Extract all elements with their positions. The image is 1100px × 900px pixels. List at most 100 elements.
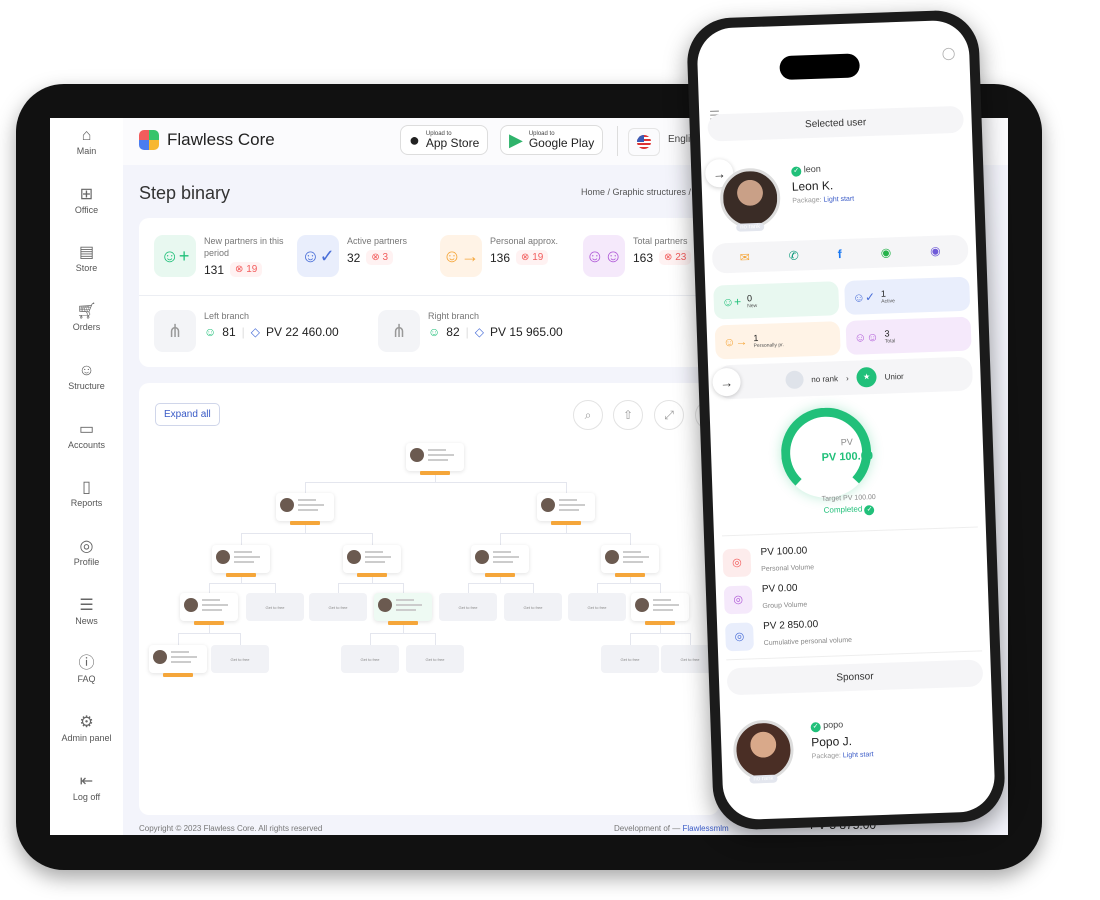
empty-slot[interactable]: Get to free	[601, 645, 659, 673]
avatar	[216, 550, 230, 564]
info-icon: ⓘ	[78, 655, 95, 673]
counter-icon: ☺+	[721, 294, 742, 310]
tree-node[interactable]	[471, 545, 529, 577]
node-badge	[645, 621, 675, 625]
tree-connector	[468, 583, 500, 584]
counter-label: Total	[884, 338, 896, 345]
sidebar-item-admin-panel[interactable]: ⚙ Admin panel	[50, 713, 123, 743]
home-icon: ⌂	[81, 127, 92, 144]
breadcrumb[interactable]: Home / Graphic structures / S	[581, 187, 700, 197]
sidebar-item-accounts[interactable]: ▭ Accounts	[50, 420, 123, 450]
tree-node[interactable]	[631, 593, 689, 625]
tree-connector	[338, 583, 339, 593]
tree-node[interactable]	[180, 593, 238, 625]
sidebar-item-structure[interactable]: ☺ Structure	[50, 361, 123, 391]
volume-value: PV 2 850.00	[762, 619, 819, 633]
copyright: Copyright © 2023 Flawless Core. All righ…	[139, 824, 323, 833]
verified-icon: ✓	[791, 166, 802, 177]
tree-connector	[690, 633, 691, 645]
divider	[617, 126, 618, 156]
sidebar-item-faq[interactable]: ⓘ FAQ	[50, 654, 123, 684]
tree-connector	[241, 533, 305, 534]
avatar	[635, 598, 649, 612]
stat-inactive-count: 23	[675, 252, 687, 263]
sidebar-item-label: Profile	[73, 556, 100, 567]
tree-connector	[209, 633, 240, 634]
avatar	[153, 650, 167, 664]
sidebar-item-main[interactable]: ⌂ Main	[50, 126, 123, 156]
avatar	[347, 550, 361, 564]
empty-slot[interactable]: Get to free	[211, 645, 269, 673]
stat-inactive-count: 3	[382, 252, 389, 263]
empty-slot[interactable]: Get to free	[246, 593, 304, 621]
stat-value: 136	[490, 250, 511, 265]
google-play-button[interactable]: ▶ Upload to Google Play	[500, 125, 604, 155]
package-value: Light start	[823, 195, 855, 204]
language-flag[interactable]	[628, 128, 660, 156]
stat-label: New partners in this period	[204, 236, 284, 258]
app-store-button[interactable]: ● Upload to App Store	[400, 125, 489, 155]
node-badge	[420, 471, 450, 475]
apple-icon: ●	[409, 129, 420, 150]
tree-card: Expand all ⌕ ⇧ ⤢ Get to free Get to free G…	[139, 383, 725, 815]
facebook-icon[interactable]: f	[838, 247, 842, 261]
tree-connector	[468, 583, 469, 593]
sidebar-item-store[interactable]: ▤ Store	[50, 243, 123, 273]
package-label: Package:	[811, 752, 842, 761]
sidebar-item-label: Accounts	[67, 439, 106, 450]
package-label: Package:	[792, 196, 822, 205]
tree-connector	[241, 583, 275, 584]
tree-node[interactable]	[406, 443, 464, 475]
fullscreen-button[interactable]: ⤢	[654, 400, 684, 430]
tree-connector	[435, 633, 436, 645]
sidebar-item-orders[interactable]: 🛒︎ Orders	[50, 302, 123, 332]
arrow-right-button[interactable]: →	[712, 367, 742, 397]
empty-slot[interactable]: Get to free	[439, 593, 497, 621]
counter-value: 1	[753, 333, 759, 344]
sidebar-item-profile[interactable]: ◎ Profile	[50, 537, 123, 567]
users-icon: ☺	[78, 361, 95, 379]
search-button[interactable]: ⌕	[573, 400, 603, 430]
tree-connector	[370, 633, 403, 634]
expand-all-button[interactable]: Expand all	[155, 403, 220, 426]
user-icon: ☺	[204, 325, 217, 339]
mail-icon[interactable]: ✉	[740, 250, 751, 264]
tree-node[interactable]	[343, 545, 401, 577]
developer-link[interactable]: Flawlessmlm	[682, 824, 728, 833]
logo[interactable]: Flawless Core	[139, 130, 275, 150]
tree-node[interactable]	[601, 545, 659, 577]
empty-slot[interactable]: Get to free	[568, 593, 626, 621]
sidebar-item-office[interactable]: ⊞ Office	[50, 185, 123, 215]
branch-label: Left branch	[204, 311, 250, 321]
user-icon[interactable]: ◯	[942, 46, 956, 60]
phone-icon[interactable]: ✆	[789, 249, 800, 263]
counter-active: ☺✓ 1 Active	[844, 276, 971, 315]
node-badge	[357, 573, 387, 577]
viber-icon[interactable]: ◉	[930, 244, 941, 258]
sidebar-item-reports[interactable]: ▯ Reports	[50, 478, 123, 508]
tree-node[interactable]	[537, 493, 595, 525]
stat-icon: ☺✓	[297, 235, 339, 277]
coins-icon: ◎	[725, 621, 754, 651]
tree-node[interactable]	[149, 645, 207, 677]
whatsapp-icon[interactable]: ◉	[880, 245, 891, 259]
empty-slot[interactable]: Get to free	[309, 593, 367, 621]
sidebar-item-news[interactable]: ☰ News	[50, 596, 123, 626]
tree-node[interactable]	[374, 593, 432, 625]
tree-connector	[305, 482, 306, 493]
empty-slot[interactable]: Get to free	[341, 645, 399, 673]
rank-from: no rank	[811, 373, 839, 384]
empty-slot[interactable]: Get to free	[406, 645, 464, 673]
branch-pv: PV 15 965.00	[489, 325, 563, 339]
node-badge	[226, 573, 256, 577]
sidebar-item-log-off[interactable]: ⇤ Log off	[50, 772, 123, 802]
tree-node[interactable]	[276, 493, 334, 525]
empty-slot[interactable]: Get to free	[504, 593, 562, 621]
avatar: no rank	[719, 167, 782, 232]
dev-prefix: Development of —	[614, 824, 683, 833]
tree-node[interactable]	[212, 545, 270, 577]
upload-button[interactable]: ⇧	[613, 400, 643, 430]
sidebar-item-label: Reports	[70, 498, 103, 509]
branch-item: ⋔ Right branch ☺ 82 | ◇ PV 15 965.00	[378, 310, 563, 352]
cart-icon: 🛒︎	[76, 303, 97, 321]
